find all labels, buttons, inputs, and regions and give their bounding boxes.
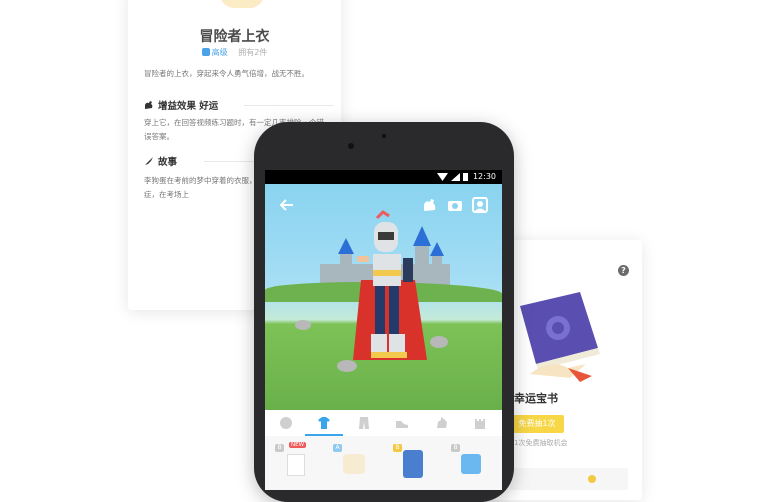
rarity-tag: B xyxy=(451,444,460,452)
item-grid: B NEW A B B xyxy=(265,436,502,490)
back-arrow-icon[interactable] xyxy=(279,197,295,213)
tab-pet[interactable] xyxy=(435,416,449,430)
avatar-scene xyxy=(265,184,502,410)
quill-icon xyxy=(145,157,153,165)
tab-face[interactable] xyxy=(279,416,293,430)
item-thumb xyxy=(287,454,305,476)
phone-camera xyxy=(382,134,386,138)
tab-pants[interactable] xyxy=(357,416,371,430)
tab-castle[interactable] xyxy=(473,416,487,430)
outfit-tabs xyxy=(265,410,502,437)
tab-shoes[interactable] xyxy=(395,416,409,430)
item-cell[interactable]: B xyxy=(391,442,435,482)
level-label: 高级 xyxy=(211,48,228,57)
item-cell[interactable]: B NEW xyxy=(273,442,317,482)
item-image xyxy=(220,0,264,8)
rarity-tag: B xyxy=(275,444,284,452)
item-meta: 高级 拥有2件 xyxy=(128,47,341,58)
rarity-tag: B xyxy=(393,444,402,452)
free-draw-note: 1次免费抽取机会 xyxy=(514,439,568,447)
status-bar: 12:30 xyxy=(265,170,502,184)
phone-screen: 12:30 B NEW A B B xyxy=(265,170,502,490)
knight-avatar xyxy=(353,210,427,360)
help-icon[interactable]: ? xyxy=(618,265,629,276)
free-draw-button[interactable]: 免费抽1次 xyxy=(510,415,564,433)
phone-sensor xyxy=(348,143,354,149)
coin-icon xyxy=(588,475,596,483)
rock xyxy=(295,320,311,330)
effect-section-heading: 增益效果 好运 xyxy=(144,98,334,112)
flex-arm-icon[interactable] xyxy=(422,197,438,213)
status-time: 12:30 xyxy=(472,172,496,181)
lucky-book-image xyxy=(520,292,600,382)
new-badge: NEW xyxy=(289,442,307,448)
item-thumb xyxy=(343,454,365,474)
wifi-icon xyxy=(437,173,448,181)
rarity-tag: A xyxy=(333,444,342,452)
item-thumb xyxy=(403,450,423,478)
battery-icon xyxy=(463,173,468,181)
flex-arm-icon xyxy=(145,101,153,109)
item-title: 冒险者上衣 xyxy=(199,29,270,45)
level-badge-icon xyxy=(201,48,210,56)
item-cell[interactable]: A xyxy=(331,442,375,482)
tab-shirt[interactable] xyxy=(317,416,331,430)
lucky-book-title: 幸运宝书 xyxy=(514,392,558,405)
signal-icon xyxy=(451,173,460,181)
item-description: 冒险者的上衣，穿起来令人勇气倍增，战无不胜。 xyxy=(144,69,309,78)
owned-count: 拥有2件 xyxy=(238,48,268,57)
coin-row xyxy=(510,468,628,490)
camera-icon[interactable] xyxy=(447,197,463,213)
profile-icon[interactable] xyxy=(472,197,488,213)
item-cell[interactable]: B xyxy=(449,442,493,482)
item-thumb xyxy=(461,454,481,474)
